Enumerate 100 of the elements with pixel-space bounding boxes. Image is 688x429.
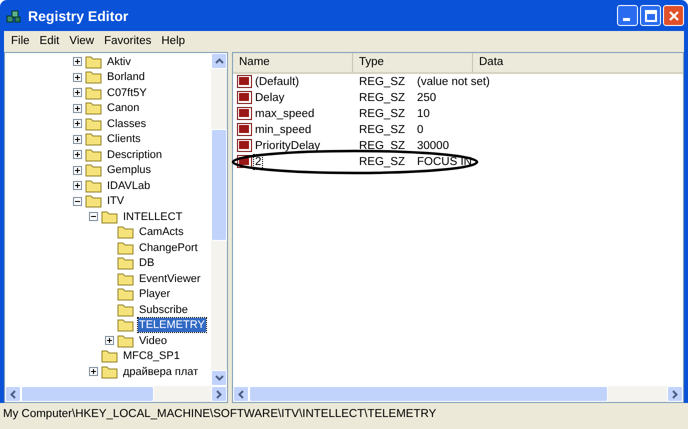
vertical-scrollbar[interactable]: [211, 53, 227, 386]
value-name[interactable]: 2: [254, 155, 262, 169]
column-header[interactable]: Name: [233, 53, 353, 72]
expand-icon[interactable]: [73, 104, 82, 113]
folder-icon: [117, 240, 135, 255]
tree-item[interactable]: Borland: [106, 70, 146, 84]
menu-item[interactable]: View: [64, 35, 100, 47]
maximize-button[interactable]: [640, 5, 661, 26]
tree-item[interactable]: ITV: [106, 194, 126, 208]
string-value-icon: [237, 75, 253, 89]
tree-item[interactable]: Gemplus: [106, 163, 152, 178]
value-name[interactable]: PriorityDelay: [254, 139, 322, 153]
string-value-icon: [237, 91, 253, 105]
menu-item[interactable]: Edit: [34, 35, 64, 47]
tree-item[interactable]: Video: [138, 334, 168, 348]
horizontal-scrollbar[interactable]: [5, 386, 227, 402]
folder-icon: [117, 318, 135, 332]
value-data: 30000: [417, 140, 449, 152]
folder-icon: [117, 225, 135, 240]
tree-item[interactable]: Description: [106, 148, 164, 162]
menu-item[interactable]: Help: [156, 35, 190, 47]
tree-item[interactable]: Canon: [106, 101, 140, 116]
value-name[interactable]: min_speed: [254, 123, 312, 137]
scroll-right-button[interactable]: [211, 386, 227, 402]
tree-item[interactable]: Subscribe: [138, 302, 189, 317]
collapse-icon[interactable]: [73, 196, 82, 206]
string-value-icon: [237, 139, 253, 153]
value-data: 10: [417, 108, 430, 120]
menu-item[interactable]: Favorites: [99, 35, 156, 47]
folder-icon: [117, 334, 135, 348]
value-type: REG_SZ: [359, 92, 406, 104]
menu-item[interactable]: File: [6, 35, 35, 47]
value-type: REG_SZ: [359, 108, 406, 120]
tree-item[interactable]: IDAVLab: [106, 178, 152, 193]
value-type: REG_SZ: [359, 76, 406, 88]
value-type: REG_SZ: [359, 124, 406, 136]
value-name[interactable]: (Default): [254, 75, 300, 89]
minimize-button[interactable]: [617, 5, 638, 26]
string-value-icon: [237, 107, 253, 121]
tree-item[interactable]: TELEMETRY: [138, 318, 206, 332]
expand-icon[interactable]: [73, 72, 82, 82]
folder-icon: [85, 54, 103, 69]
horizontal-scrollbar[interactable]: [233, 386, 683, 402]
folder-icon: [101, 210, 119, 224]
tree-item[interactable]: ChangePort: [138, 240, 199, 255]
folder-icon: [101, 349, 119, 364]
expand-icon[interactable]: [73, 150, 82, 160]
registry-cubes-icon: [6, 8, 22, 24]
close-button[interactable]: [663, 5, 684, 26]
collapse-icon[interactable]: [89, 212, 98, 222]
column-header[interactable]: Type: [353, 53, 473, 72]
folder-icon: [85, 116, 103, 131]
folder-icon: [117, 302, 135, 317]
scroll-thumb[interactable]: [249, 386, 608, 402]
expand-icon[interactable]: [73, 166, 82, 175]
tree-item[interactable]: Classes: [106, 116, 148, 131]
tree-item[interactable]: драйвера плат: [122, 364, 200, 379]
scroll-up-button[interactable]: [211, 53, 227, 69]
folder-icon: [101, 364, 119, 379]
expand-icon[interactable]: [89, 367, 98, 376]
scroll-thumb[interactable]: [21, 386, 154, 402]
tree-item[interactable]: INTELLECT: [122, 210, 184, 224]
expand-icon[interactable]: [73, 57, 82, 66]
expand-icon[interactable]: [73, 181, 82, 190]
close-icon: [668, 10, 680, 22]
scroll-left-button[interactable]: [233, 386, 249, 402]
value-name[interactable]: Delay: [254, 91, 286, 105]
folder-icon: [85, 194, 103, 208]
folder-icon: [117, 272, 135, 286]
maximize-icon: [644, 10, 656, 22]
tree-item[interactable]: Aktiv: [106, 54, 132, 69]
tree-item[interactable]: Player: [138, 287, 172, 302]
expand-icon[interactable]: [105, 336, 114, 346]
folder-icon: [85, 148, 103, 162]
expand-icon[interactable]: [73, 134, 82, 144]
folder-icon: [85, 178, 103, 193]
value-name[interactable]: max_speed: [254, 107, 316, 121]
folder-icon: [85, 70, 103, 84]
scroll-down-button[interactable]: [211, 370, 227, 386]
tree-item[interactable]: MFC8_SP1: [122, 349, 181, 364]
folder-icon: [85, 86, 103, 100]
value-data: 250: [417, 92, 436, 104]
folder-icon: [117, 256, 135, 270]
folder-icon: [117, 287, 135, 302]
folder-icon: [85, 101, 103, 116]
expand-icon[interactable]: [73, 119, 82, 128]
value-data: (value not set): [417, 76, 490, 88]
tree-item[interactable]: C07ft5Y: [106, 86, 148, 100]
tree-item[interactable]: Clients: [106, 132, 142, 146]
scroll-left-button[interactable]: [5, 386, 21, 402]
tree-item[interactable]: DB: [138, 256, 156, 270]
expand-icon[interactable]: [73, 88, 82, 98]
scroll-right-button[interactable]: [667, 386, 683, 402]
folder-icon: [85, 132, 103, 146]
tree-item[interactable]: EventViewer: [138, 272, 202, 286]
value-type: REG_SZ: [359, 156, 406, 168]
string-value-icon: [237, 123, 253, 137]
tree-item[interactable]: CamActs: [138, 225, 185, 240]
column-header[interactable]: Data: [473, 53, 683, 72]
scroll-thumb[interactable]: [211, 129, 227, 241]
